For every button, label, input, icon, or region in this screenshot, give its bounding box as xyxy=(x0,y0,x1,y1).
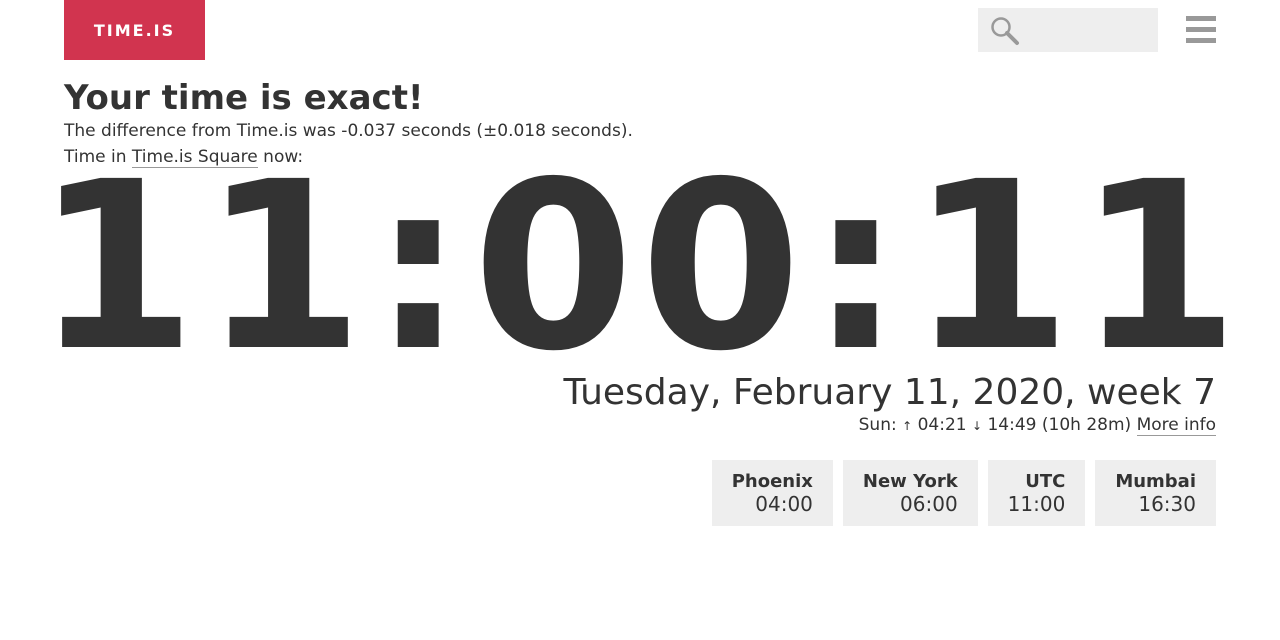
city-clock-new-york[interactable]: New York 06:00 xyxy=(842,460,978,526)
search-input[interactable] xyxy=(1026,16,1150,46)
city-name: Mumbai xyxy=(1115,470,1196,492)
clock-hours: 11 xyxy=(34,132,370,402)
city-clock-utc[interactable]: UTC 11:00 xyxy=(987,460,1086,526)
sunset-arrow-icon: ↓ xyxy=(972,419,983,433)
clock-minutes: 00 xyxy=(472,132,808,402)
sunrise-time: 04:21 xyxy=(917,415,967,435)
city-clock-mumbai[interactable]: Mumbai 16:30 xyxy=(1095,460,1216,526)
city-name: Phoenix xyxy=(731,470,813,492)
clock-separator: : xyxy=(809,132,909,402)
more-info-link[interactable]: More info xyxy=(1136,415,1216,436)
page-title: Your time is exact! xyxy=(64,78,424,118)
day-length: (10h 28m) xyxy=(1041,415,1132,435)
city-time: 16:30 xyxy=(1138,491,1196,516)
date-line: Tuesday, February 11, 2020, week 7 xyxy=(563,372,1216,413)
sun-info: Sun: ↑ 04:21 ↓ 14:49 (10h 28m) More info xyxy=(858,415,1216,436)
search-box[interactable] xyxy=(978,8,1158,52)
city-time: 11:00 xyxy=(1007,491,1066,516)
city-name: UTC xyxy=(1025,470,1066,492)
clock-seconds: 11 xyxy=(910,132,1246,402)
sunset-time: 14:49 xyxy=(987,415,1037,435)
sunrise-arrow-icon: ↑ xyxy=(902,419,913,433)
sun-label: Sun: xyxy=(858,415,903,435)
search-icon[interactable] xyxy=(990,16,1020,46)
city-clock-phoenix[interactable]: Phoenix 04:00 xyxy=(711,460,833,526)
city-clocks: Phoenix 04:00 New York 06:00 UTC 11:00 M… xyxy=(711,460,1216,526)
city-time: 06:00 xyxy=(900,491,958,516)
city-name: New York xyxy=(862,470,958,492)
city-time: 04:00 xyxy=(755,491,813,516)
time-is-logo[interactable]: TIME.IS xyxy=(64,0,205,60)
hamburger-menu-icon[interactable] xyxy=(1186,16,1216,44)
clock-separator: : xyxy=(371,132,471,402)
big-clock: 11:00:11 xyxy=(35,151,1239,383)
